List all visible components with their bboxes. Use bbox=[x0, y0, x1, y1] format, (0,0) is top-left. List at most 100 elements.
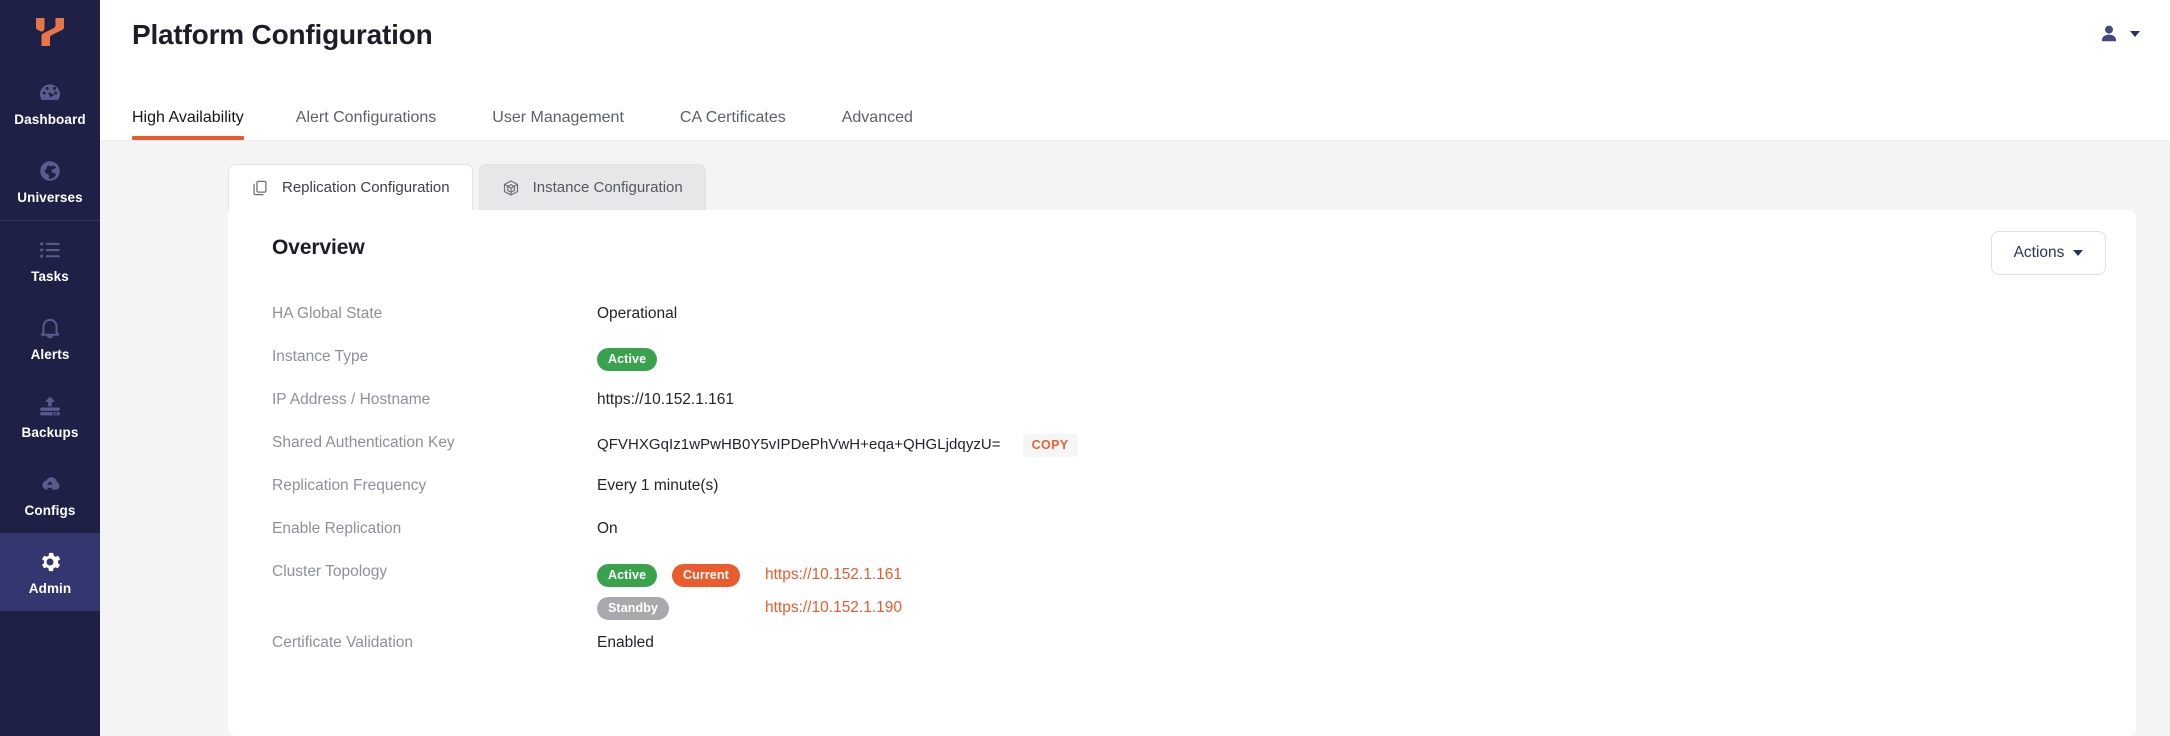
topology-node-link[interactable]: https://10.152.1.161 bbox=[765, 566, 902, 583]
cube-network-icon bbox=[502, 179, 520, 197]
sidebar-item-label: Admin bbox=[28, 580, 72, 596]
tab-user-management[interactable]: User Management bbox=[464, 110, 652, 140]
topology-state-cell: Active bbox=[597, 563, 672, 587]
subtab-instance-configuration[interactable]: Instance Configuration bbox=[478, 164, 706, 210]
secondary-tabs: Replication Configuration Instance Confi… bbox=[228, 164, 2170, 210]
caret-down-icon bbox=[2073, 250, 2084, 256]
sidebar-item-configs[interactable]: Configs bbox=[0, 455, 100, 533]
dashboard-icon bbox=[37, 80, 63, 106]
detail-label: Replication Frequency bbox=[272, 477, 427, 494]
detail-label: Shared Authentication Key bbox=[272, 434, 455, 451]
detail-value: Active bbox=[597, 346, 2136, 371]
topology-node-row: Active Current https://10.152.1.161 bbox=[597, 563, 902, 587]
cloud-upload-icon bbox=[37, 471, 63, 497]
topology-url-cell: https://10.152.1.190 bbox=[765, 599, 902, 618]
detail-row-replication-frequency: Replication Frequency Every 1 minute(s) bbox=[272, 475, 2136, 518]
yugabyte-logo-icon bbox=[32, 16, 68, 48]
list-icon bbox=[37, 237, 63, 263]
detail-row-shared-auth-key: Shared Authentication Key QFVHXGqIz1wPwH… bbox=[272, 432, 2136, 475]
detail-label: IP Address / Hostname bbox=[272, 391, 431, 408]
tab-label: Advanced bbox=[841, 109, 913, 126]
backup-upload-icon bbox=[37, 393, 63, 419]
copy-button[interactable]: COPY bbox=[1022, 434, 1078, 457]
detail-row-ha-global-state: HA Global State Operational bbox=[272, 303, 2136, 346]
layout-spacer bbox=[272, 620, 2136, 632]
topology-node-row: Standby https://10.152.1.190 bbox=[597, 596, 902, 620]
gear-icon bbox=[37, 549, 63, 575]
sidebar-secondary-group: Tasks Alerts Backups Configs Admin bbox=[0, 221, 100, 611]
topbar-title-row: Platform Configuration bbox=[100, 0, 2170, 62]
page-title: Platform Configuration bbox=[132, 19, 433, 50]
sidebar-item-admin[interactable]: Admin bbox=[0, 533, 100, 611]
detail-label: HA Global State bbox=[272, 305, 383, 322]
topology-state-cell: Standby bbox=[597, 596, 672, 620]
sidebar-item-label: Universes bbox=[17, 189, 83, 205]
subtab-replication-configuration[interactable]: Replication Configuration bbox=[228, 164, 473, 210]
detail-row-certificate-validation: Certificate Validation Enabled bbox=[272, 632, 2136, 675]
detail-label: Instance Type bbox=[272, 348, 369, 365]
overview-details-list: HA Global State Operational Instance Typ… bbox=[228, 275, 2136, 675]
detail-value: Active Current https://10.152.1.161 Stan… bbox=[597, 561, 2136, 620]
tab-advanced[interactable]: Advanced bbox=[814, 110, 941, 140]
copy-documents-icon bbox=[251, 179, 269, 197]
user-avatar-icon bbox=[2097, 22, 2121, 46]
tab-alert-configurations[interactable]: Alert Configurations bbox=[268, 110, 465, 140]
tab-ca-certificates[interactable]: CA Certificates bbox=[652, 110, 814, 140]
overview-card-header: Overview Actions bbox=[228, 231, 2136, 275]
detail-value: Every 1 minute(s) bbox=[597, 477, 719, 494]
topology-current-cell: Current bbox=[672, 563, 752, 587]
sidebar-item-universes[interactable]: Universes bbox=[0, 142, 100, 220]
topbar: Platform Configuration High Availability bbox=[100, 0, 2170, 141]
detail-label: Enable Replication bbox=[272, 520, 402, 537]
status-badge-active: Active bbox=[597, 348, 658, 371]
app-root: Dashboard Universes Tasks Alerts Backups… bbox=[0, 0, 2170, 736]
chevron-down-icon bbox=[2130, 31, 2140, 37]
body-area: Replication Configuration Instance Confi… bbox=[100, 141, 2170, 736]
topology-node-link[interactable]: https://10.152.1.190 bbox=[765, 599, 902, 616]
detail-row-cluster-topology: Cluster Topology Active Current https://… bbox=[272, 561, 2136, 620]
overview-card: Overview Actions HA Global State Operati… bbox=[228, 210, 2136, 736]
subtab-label: Replication Configuration bbox=[282, 179, 450, 196]
detail-value: QFVHXGqIz1wPwHB0Y5vIPDePhVwH+eqa+QHGLjdq… bbox=[597, 432, 2136, 457]
content-area: Platform Configuration High Availability bbox=[100, 0, 2170, 736]
cluster-topology-list: Active Current https://10.152.1.161 Stan… bbox=[597, 563, 902, 620]
tab-label: User Management bbox=[492, 109, 624, 126]
detail-row-ip-address: IP Address / Hostname https://10.152.1.1… bbox=[272, 389, 2136, 432]
tab-label: CA Certificates bbox=[679, 109, 786, 126]
tab-label: High Availability bbox=[132, 109, 244, 126]
sidebar-item-alerts[interactable]: Alerts bbox=[0, 299, 100, 377]
topology-url-cell: https://10.152.1.161 bbox=[765, 566, 902, 585]
detail-row-instance-type: Instance Type Active bbox=[272, 346, 2136, 389]
detail-label: Cluster Topology bbox=[272, 563, 388, 580]
sidebar-primary-group: Dashboard Universes bbox=[0, 64, 100, 220]
brand-logo[interactable] bbox=[0, 0, 100, 64]
tab-high-availability[interactable]: High Availability bbox=[132, 110, 268, 140]
sidebar-item-label: Backups bbox=[21, 424, 79, 440]
profile-menu[interactable] bbox=[2097, 22, 2140, 46]
sidebar: Dashboard Universes Tasks Alerts Backups… bbox=[0, 0, 100, 736]
detail-value: Enabled bbox=[597, 634, 654, 651]
tab-label: Alert Configurations bbox=[295, 109, 437, 126]
shared-auth-key-value: QFVHXGqIz1wPwHB0Y5vIPDePhVwH+eqa+QHGLjdq… bbox=[597, 436, 1001, 454]
status-badge-active: Active bbox=[597, 563, 658, 587]
detail-label: Certificate Validation bbox=[272, 634, 414, 651]
sidebar-item-label: Dashboard bbox=[14, 111, 86, 127]
subtab-label: Instance Configuration bbox=[532, 179, 683, 196]
globe-icon bbox=[37, 158, 63, 184]
sidebar-item-label: Alerts bbox=[30, 346, 70, 362]
actions-button[interactable]: Actions bbox=[1991, 231, 2106, 275]
sidebar-item-tasks[interactable]: Tasks bbox=[0, 221, 100, 299]
detail-value: On bbox=[597, 520, 618, 537]
detail-row-enable-replication: Enable Replication On bbox=[272, 518, 2136, 561]
sidebar-item-dashboard[interactable]: Dashboard bbox=[0, 64, 100, 142]
primary-tabs: High Availability Alert Configurations U… bbox=[100, 62, 2170, 140]
detail-value: https://10.152.1.161 bbox=[597, 391, 735, 408]
status-badge-standby: Standby bbox=[597, 596, 670, 620]
detail-value: Operational bbox=[597, 305, 678, 322]
actions-button-label: Actions bbox=[2013, 244, 2065, 261]
overview-heading: Overview bbox=[272, 236, 365, 259]
sidebar-item-label: Tasks bbox=[31, 268, 69, 284]
sidebar-item-backups[interactable]: Backups bbox=[0, 377, 100, 455]
bell-icon bbox=[37, 315, 63, 341]
sidebar-item-label: Configs bbox=[24, 502, 76, 518]
